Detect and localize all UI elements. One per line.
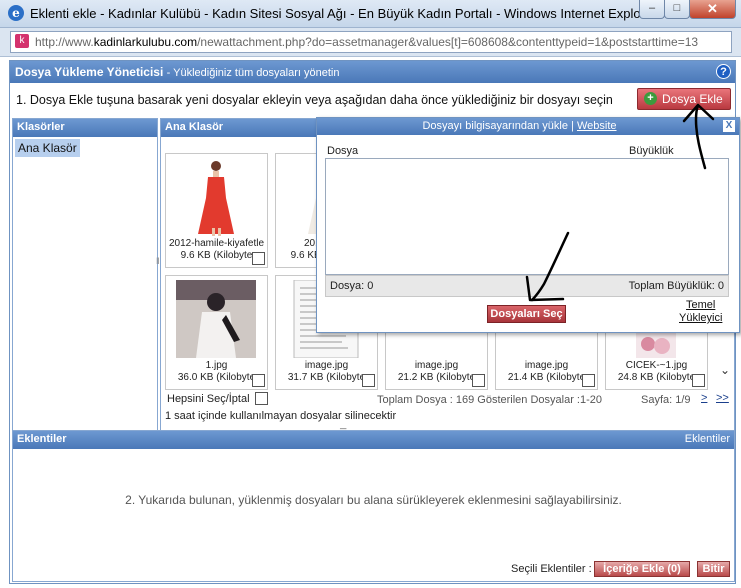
file-select-checkbox[interactable]	[472, 374, 485, 387]
close-window-button[interactable]: ✕	[689, 0, 736, 19]
file-select-checkbox[interactable]	[362, 374, 375, 387]
file-name: CICEK-~1.jpg	[625, 360, 688, 371]
column-header-file: Dosya	[327, 145, 359, 157]
upload-file-count: Dosya: 0	[330, 280, 374, 292]
attachments-tab[interactable]: Eklentiler	[685, 433, 730, 445]
window-title: Eklenti ekle - Kadınlar Kulübü - Kadın S…	[30, 6, 657, 21]
add-file-button[interactable]: + Dosya Ekle	[637, 88, 731, 110]
upload-dialog-title-text: Dosyayı bilgisayarından yükle |	[422, 120, 574, 132]
manager-subtitle: - Yüklediğiniz tüm dosyaları yönetin	[166, 67, 340, 79]
file-select-checkbox[interactable]	[252, 374, 265, 387]
page-title: Dosya Yükleme Yöneticisi - Yüklediğiniz …	[15, 65, 339, 79]
url-field[interactable]: k http://www.kadinlarkulubu.com/newattac…	[10, 31, 732, 53]
folders-heading-label: Klasörler	[17, 121, 65, 133]
file-name: 2012-hamile-kiyafetle	[168, 238, 265, 249]
manager-header: Dosya Yükleme Yöneticisi - Yüklediğiniz …	[10, 61, 735, 83]
window-title-bar[interactable]: e Eklenti ekle - Kadınlar Kulübü - Kadın…	[0, 0, 741, 28]
attachments-title: Eklentiler	[17, 433, 67, 445]
drag-drop-hint: 2. Yukarıda bulunan, yüklenmiş dosyaları…	[125, 493, 622, 507]
selected-attachments-label: Seçili Eklentiler :	[511, 563, 592, 575]
file-thumbnail[interactable]: 1.jpg 36.0 KB (Kilobyte	[165, 275, 268, 390]
attachments-panel[interactable]: Eklentiler Eklentiler 2. Yukarıda buluna…	[12, 430, 735, 582]
add-file-label: Dosya Ekle	[662, 92, 723, 106]
select-all-label: Hepsini Seç/İptal	[167, 393, 250, 405]
file-select-checkbox[interactable]	[582, 374, 595, 387]
column-header-size: Büyüklük	[629, 145, 674, 157]
files-heading-label: Ana Klasör	[165, 121, 224, 133]
file-name: image.jpg	[304, 360, 349, 371]
last-page-link[interactable]: >>	[716, 392, 729, 404]
url-domain: kadinlarkulubu.com	[93, 35, 198, 49]
minimize-button[interactable]: –	[639, 0, 665, 19]
scroll-down-chevron-icon[interactable]: ⌄	[720, 363, 730, 377]
upload-dialog-header: Dosyayı bilgisayarından yükle | Website …	[317, 118, 739, 135]
file-name: image.jpg	[414, 360, 459, 371]
file-name: 1.jpg	[205, 360, 228, 371]
file-select-checkbox[interactable]	[692, 374, 705, 387]
upload-dialog: Dosyayı bilgisayarından yükle | Website …	[316, 117, 740, 333]
finish-button[interactable]: Bitir	[697, 561, 730, 577]
file-select-checkbox[interactable]	[252, 252, 265, 265]
insert-into-content-button[interactable]: İçeriğe Ekle (0)	[594, 561, 690, 577]
basic-uploader-link[interactable]: Temel Yükleyici	[679, 299, 722, 325]
instruction-text: 1. Dosya Ekle tuşuna basarak yeni dosyal…	[16, 93, 613, 107]
basic-uploader-line-1: Temel	[686, 299, 716, 311]
site-favicon-icon: k	[15, 34, 29, 48]
upload-summary-bar: Dosya: 0 Toplam Büyüklük: 0	[325, 275, 729, 297]
choose-files-button[interactable]: Dosyaları Seç	[487, 305, 566, 323]
help-icon[interactable]: ?	[716, 64, 731, 79]
page-indicator: Sayfa: 1/9	[641, 394, 691, 406]
url-prefix: http://www.	[35, 35, 94, 49]
folders-heading: Klasörler	[13, 119, 157, 137]
upload-file-list[interactable]	[325, 158, 729, 275]
basic-uploader-line-2: Yükleyici	[679, 312, 723, 324]
file-name: image.jpg	[524, 360, 569, 371]
file-thumbnail[interactable]: 2012-hamile-kiyafetle 9.6 KB (Kilobyte	[165, 153, 268, 268]
next-page-link[interactable]: >	[701, 392, 707, 404]
plus-icon: +	[644, 92, 657, 105]
upload-total-size: Toplam Büyüklük: 0	[628, 280, 724, 292]
folder-item-ana-klasor[interactable]: Ana Klasör	[15, 139, 80, 157]
maximize-button[interactable]: □	[664, 0, 690, 19]
folders-panel: Klasörler Ana Klasör	[12, 118, 158, 432]
file-preview-image	[636, 332, 676, 358]
file-totals: Toplam Dosya : 169 Gösterilen Dosyalar :…	[377, 394, 602, 406]
address-bar: k http://www.kadinlarkulubu.com/newattac…	[0, 28, 741, 57]
file-preview-image	[176, 158, 256, 236]
file-preview-image	[176, 280, 256, 358]
upload-manager-page: Dosya Yükleme Yöneticisi - Yüklediğiniz …	[9, 60, 740, 584]
website-link[interactable]: Website	[577, 120, 617, 132]
upload-dialog-close-icon[interactable]: X	[723, 120, 735, 132]
unused-files-note: 1 saat içinde kullanılmayan dosyalar sil…	[165, 410, 397, 422]
select-all-checkbox[interactable]	[255, 392, 268, 405]
url-text: http://www.kadinlarkulubu.com/newattachm…	[35, 35, 727, 49]
upload-dialog-title: Dosyayı bilgisayarından yükle | Website	[317, 120, 722, 132]
manager-title: Dosya Yükleme Yöneticisi	[15, 65, 164, 79]
ie-logo-icon: e	[8, 5, 24, 21]
attachments-header: Eklentiler Eklentiler	[13, 431, 734, 449]
url-path: /newattachment.php?do=assetmanager&value…	[197, 35, 699, 49]
